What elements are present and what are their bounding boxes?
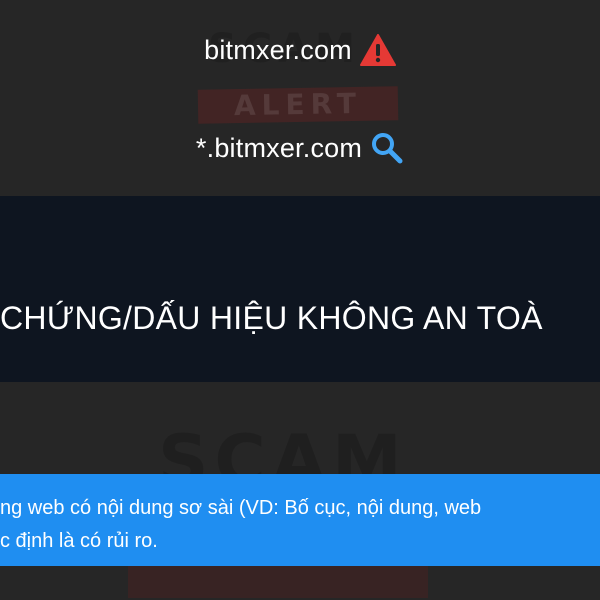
watermark-word: ALERT	[197, 86, 399, 124]
warning-banner	[0, 196, 600, 382]
banner-title: CHỨNG/DẤU HIỆU KHÔNG AN TOÀ	[0, 300, 543, 336]
risk-notice: ng web có nội dung sơ sài (VD: Bố cục, n…	[0, 474, 600, 566]
search-icon[interactable]	[370, 131, 404, 165]
notice-line-2: c định là có rủi ro.	[0, 530, 158, 552]
wildcard-domain-row: *.bitmxer.com	[0, 124, 600, 172]
notice-line-1: ng web có nội dung sơ sài (VD: Bố cục, n…	[0, 497, 482, 519]
wildcard-domain: *.bitmxer.com	[195, 132, 363, 163]
notice-text: ng web có nội dung sơ sài (VD: Bố cục, n…	[0, 492, 600, 558]
domain-row: bitmxer.com	[0, 26, 600, 74]
warning-triangle-icon	[359, 34, 396, 66]
domain-name: bitmxer.com	[204, 34, 352, 65]
